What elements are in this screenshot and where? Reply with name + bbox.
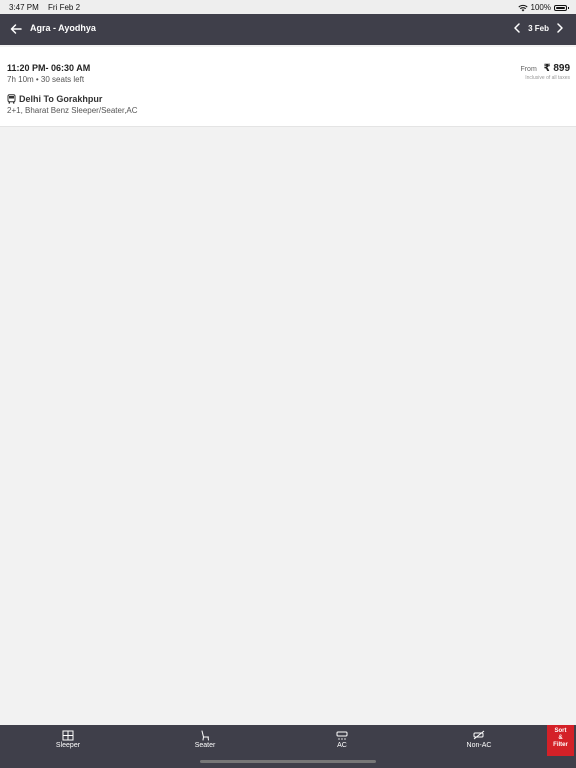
battery-percent: 100% bbox=[530, 3, 551, 12]
seater-icon bbox=[201, 730, 209, 741]
operator-name: Delhi To Gorakhpur bbox=[19, 94, 103, 104]
filter-non-ac[interactable]: Non-AC bbox=[439, 730, 519, 749]
bus-icon bbox=[7, 94, 16, 104]
operator-row: Delhi To Gorakhpur bbox=[7, 94, 102, 104]
ac-icon bbox=[336, 731, 348, 740]
selected-date[interactable]: 3 Feb bbox=[528, 24, 549, 33]
sleeper-icon bbox=[62, 730, 74, 741]
departure-arrival-times: 11:20 PM- 06:30 AM bbox=[7, 63, 91, 73]
chevron-right-icon[interactable] bbox=[556, 23, 564, 33]
status-time: 3:47 PM bbox=[9, 3, 39, 12]
filter-seater[interactable]: Seater bbox=[165, 730, 245, 749]
filter-label: Sleeper bbox=[55, 742, 81, 749]
home-indicator[interactable] bbox=[200, 760, 376, 763]
chevron-left-icon[interactable] bbox=[513, 23, 521, 33]
status-bar: 3:47 PM Fri Feb 2 100% bbox=[0, 0, 576, 14]
price-block: From ₹ 899 Inclusive of all taxes bbox=[520, 63, 570, 81]
bus-result-card[interactable]: 11:20 PM- 06:30 AM 7h 10m • 30 seats lef… bbox=[0, 47, 576, 127]
filter-ac[interactable]: AC bbox=[302, 730, 382, 749]
bus-type: 2+1, Bharat Benz Sleeper/Seater,AC bbox=[7, 106, 138, 115]
wifi-icon bbox=[517, 4, 528, 11]
battery-icon bbox=[554, 4, 569, 11]
filter-label: AC bbox=[337, 742, 347, 749]
taxes-note: Inclusive of all taxes bbox=[525, 75, 570, 81]
app-header: Agra - Ayodhya 3 Feb bbox=[0, 14, 576, 45]
duration-seats: 7h 10m • 30 seats left bbox=[7, 75, 85, 84]
date-navigator: 3 Feb bbox=[513, 23, 564, 33]
route-title: Agra - Ayodhya bbox=[30, 23, 96, 33]
filter-sleeper[interactable]: Sleeper bbox=[28, 730, 108, 749]
from-label: From bbox=[520, 66, 537, 73]
sort-filter-button[interactable]: Sort & Filter bbox=[547, 725, 574, 756]
status-date: Fri Feb 2 bbox=[48, 3, 81, 12]
filter-label: Seater bbox=[194, 742, 216, 749]
non-ac-icon bbox=[473, 730, 485, 740]
back-arrow-icon[interactable] bbox=[9, 22, 23, 36]
filter-label: Non-AC bbox=[466, 742, 492, 749]
fare-price: ₹ 899 bbox=[543, 63, 570, 74]
